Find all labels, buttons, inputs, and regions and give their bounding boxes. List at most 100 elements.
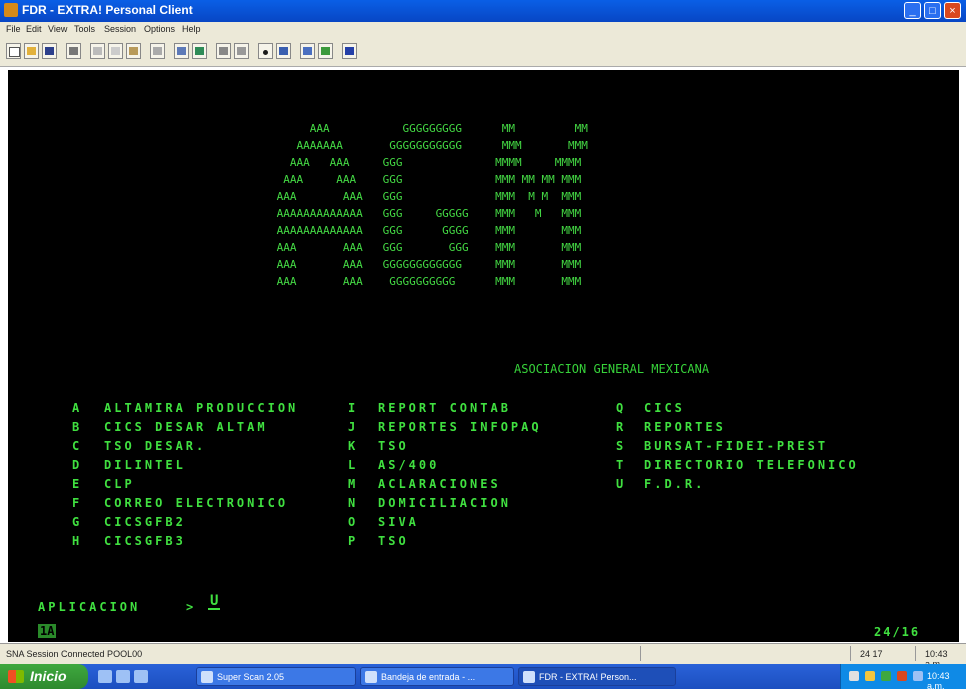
option-label[interactable]: TSO DESAR. [104, 439, 206, 453]
menu-edit[interactable]: Edit [26, 24, 42, 34]
logo-line: AAAAAAAAAAAAA GGG GGGG MMM MMM [270, 224, 582, 237]
option-label[interactable]: CICS [644, 401, 685, 415]
mail-icon [365, 671, 377, 683]
start-button[interactable]: Inicio [0, 664, 88, 689]
taskbar-item[interactable]: FDR - EXTRA! Person... [518, 667, 676, 686]
option-label[interactable]: CLP [104, 477, 135, 491]
desktop-icon[interactable] [134, 670, 148, 683]
option-key: L [348, 458, 356, 472]
terminal-screen[interactable]: AAA GGGGGGGGG MM MM AAAAAAA GGGGGGGGGGG … [8, 70, 959, 642]
option-key: A [72, 401, 80, 415]
option-key: I [348, 401, 356, 415]
option-label[interactable]: REPORTES [644, 420, 726, 434]
display-icon[interactable] [174, 43, 189, 59]
menu-file[interactable]: File [6, 24, 21, 34]
option-label[interactable]: F.D.R. [644, 477, 705, 491]
email-icon[interactable] [116, 670, 130, 683]
volume-icon[interactable] [865, 671, 875, 681]
browser-icon[interactable] [98, 670, 112, 683]
option-label[interactable]: CICS DESAR ALTAM [104, 420, 268, 434]
alert-icon[interactable] [897, 671, 907, 681]
network-icon[interactable] [849, 671, 859, 681]
application-input[interactable]: U [210, 594, 218, 608]
open-icon[interactable] [24, 43, 39, 59]
option-label[interactable]: REPORTES INFOPAQ [378, 420, 542, 434]
menu-view[interactable]: View [48, 24, 67, 34]
option-label[interactable]: DILINTEL [104, 458, 186, 472]
option-label[interactable]: AS/400 [378, 458, 439, 472]
option-key: C [72, 439, 80, 453]
title-bar: FDR - EXTRA! Personal Client _ □ × [0, 0, 966, 22]
close-button[interactable]: × [944, 2, 961, 19]
macro-icon[interactable] [192, 43, 207, 59]
taskbar-item-label: FDR - EXTRA! Person... [539, 672, 637, 682]
option-key: U [616, 477, 624, 491]
menu-session[interactable]: Session [104, 24, 136, 34]
toolbar [0, 38, 966, 67]
option-label[interactable]: CICSGFB3 [104, 534, 186, 548]
save-icon[interactable] [42, 43, 57, 59]
hotspot-icon[interactable] [258, 43, 273, 59]
chart-icon[interactable] [318, 43, 333, 59]
oia-indicator: 1A [38, 624, 57, 638]
status-divider [640, 646, 641, 661]
option-key: R [616, 420, 624, 434]
paste-icon[interactable] [126, 43, 141, 59]
option-label[interactable]: BURSAT-FIDEI-PREST [644, 439, 828, 453]
print-icon[interactable] [66, 43, 81, 59]
logo-line: AAA AAA GGGGGGGGGG MMM MMM [270, 275, 582, 288]
antivirus-icon[interactable] [881, 671, 891, 681]
cursor-position: 24/16 [874, 625, 921, 639]
option-key: T [616, 458, 624, 472]
find-icon[interactable] [150, 43, 165, 59]
settings-icon[interactable] [300, 43, 315, 59]
copy-icon[interactable] [108, 43, 123, 59]
keyboard-icon[interactable] [276, 43, 291, 59]
window-title: FDR - EXTRA! Personal Client [22, 3, 193, 17]
option-label[interactable]: DIRECTORIO TELEFONICO [644, 458, 859, 472]
option-label[interactable]: CICSGFB2 [104, 515, 186, 529]
app-icon [201, 671, 213, 683]
option-key: S [616, 439, 624, 453]
status-divider [850, 646, 851, 661]
logo-line: AAAAAAA GGGGGGGGGGG MMM MMM [270, 139, 588, 152]
option-key: H [72, 534, 80, 548]
logo-line: AAA AAA GGG GGG MMM MMM [270, 241, 582, 254]
option-key: P [348, 534, 356, 548]
option-key: G [72, 515, 80, 529]
option-label[interactable]: REPORT CONTAB [378, 401, 511, 415]
option-key: B [72, 420, 80, 434]
option-label[interactable]: ACLARACIONES [378, 477, 501, 491]
help-icon[interactable] [342, 43, 357, 59]
system-tray: 10:43 a.m. [840, 664, 966, 691]
taskbar-item-label: Bandeja de entrada - ... [381, 672, 476, 682]
option-label[interactable]: CORREO ELECTRONICO [104, 496, 288, 510]
status-message: SNA Session Connected POOL00 [6, 649, 143, 659]
record-icon[interactable] [216, 43, 231, 59]
taskbar-item[interactable]: Super Scan 2.05 [196, 667, 356, 686]
menu-options[interactable]: Options [144, 24, 175, 34]
option-label[interactable]: ALTAMIRA PRODUCCION [104, 401, 298, 415]
status-position: 24 17 [860, 649, 883, 659]
logo-line: AAAAAAAAAAAAA GGG GGGGG MMM M MMM [270, 207, 582, 220]
status-bar: SNA Session Connected POOL00 24 17 10:43… [0, 643, 966, 669]
menu-help[interactable]: Help [182, 24, 201, 34]
send-icon[interactable] [234, 43, 249, 59]
minimize-button[interactable]: _ [904, 2, 921, 19]
menu-bar: File Edit View Tools Session Options Hel… [0, 22, 966, 38]
terminal-icon [523, 671, 535, 683]
tray-icon[interactable] [913, 671, 923, 681]
cursor [208, 608, 220, 610]
menu-tools[interactable]: Tools [74, 24, 95, 34]
prompt-arrow: > [186, 600, 194, 614]
taskbar-item[interactable]: Bandeja de entrada - ... [360, 667, 514, 686]
new-session-icon[interactable] [6, 43, 21, 59]
option-label[interactable]: SIVA [378, 515, 419, 529]
option-label[interactable]: DOMICILIACION [378, 496, 511, 510]
organization-name: ASOCIACION GENERAL MEXICANA [514, 362, 710, 376]
maximize-button[interactable]: □ [924, 2, 941, 19]
option-label[interactable]: TSO [378, 439, 409, 453]
option-label[interactable]: TSO [378, 534, 409, 548]
cut-icon[interactable] [90, 43, 105, 59]
logo-line: AAA AAA GGG MMM MM MM MMM [270, 173, 582, 186]
